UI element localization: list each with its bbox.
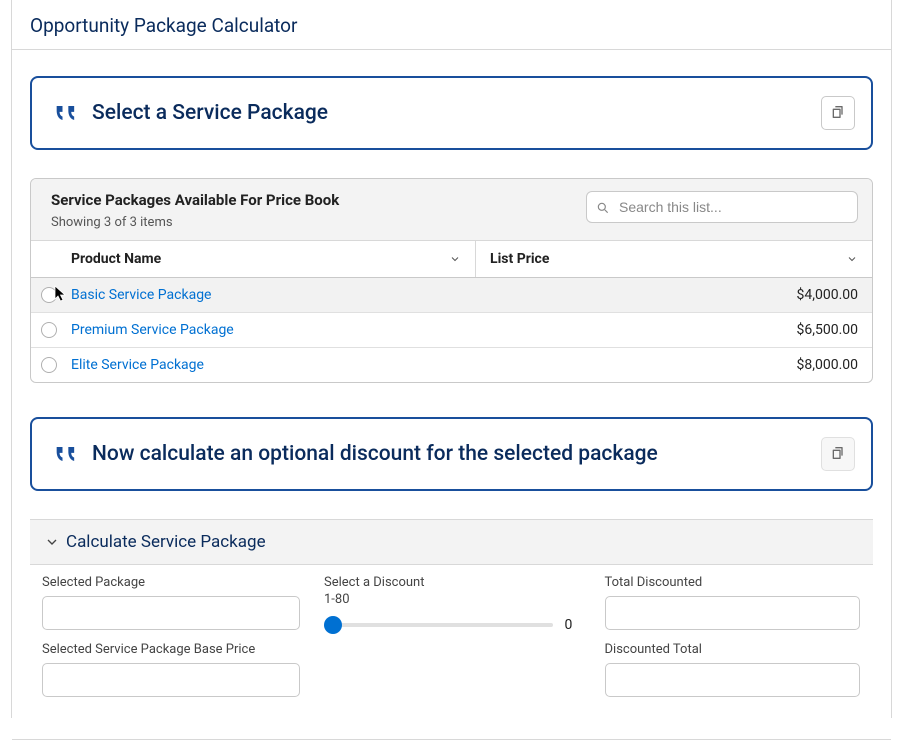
radio-button[interactable] (41, 287, 57, 303)
table-row[interactable]: Basic Service Package $4,000.00 (31, 278, 872, 313)
page-title: Opportunity Package Calculator (30, 0, 873, 49)
total-discounted-label: Total Discounted (605, 575, 862, 590)
discounted-total-label: Discounted Total (605, 642, 862, 657)
list-price-value: $4,000.00 (481, 287, 858, 303)
quote-icon (52, 440, 80, 468)
discount-value: 0 (565, 617, 581, 633)
chevron-down-icon (44, 534, 60, 550)
search-input[interactable] (586, 191, 858, 223)
form-col-left: Selected Package Selected Service Packag… (42, 575, 300, 709)
chevron-down-icon (846, 253, 858, 265)
discount-range-label: 1-80 (324, 592, 581, 607)
section-title: Calculate Service Package (66, 532, 266, 552)
list-price-value: $6,500.00 (481, 322, 858, 338)
chevron-down-icon (449, 253, 461, 265)
product-name-link[interactable]: Premium Service Package (71, 322, 481, 338)
selected-package-label: Selected Package (42, 575, 300, 590)
discount-slider-row: 0 (324, 617, 581, 633)
form-col-right: Total Discounted Discounted Total (605, 575, 862, 709)
table-row[interactable]: Elite Service Package $8,000.00 (31, 348, 872, 382)
service-packages-table: Service Packages Available For Price Boo… (30, 178, 873, 383)
base-price-label: Selected Service Package Base Price (42, 642, 300, 657)
table-header-bar: Service Packages Available For Price Boo… (31, 179, 872, 240)
divider (12, 49, 891, 50)
table-row[interactable]: Premium Service Package $6,500.00 (31, 313, 872, 348)
slider-thumb[interactable] (324, 616, 342, 634)
column-headers: Product Name List Price (31, 240, 872, 278)
discounted-total-input[interactable] (605, 663, 860, 697)
col-header-price-label: List Price (490, 251, 549, 267)
col-header-product-label: Product Name (71, 251, 161, 267)
col-header-price[interactable]: List Price (476, 241, 872, 277)
copy-button[interactable] (821, 437, 855, 471)
list-price-value: $8,000.00 (481, 357, 858, 373)
copy-icon (830, 445, 846, 464)
search-icon (596, 200, 610, 214)
copy-icon (830, 104, 846, 123)
base-price-input[interactable] (42, 663, 300, 697)
callout-text: Now calculate an optional discount for t… (92, 442, 821, 466)
section-header-calculate[interactable]: Calculate Service Package (30, 519, 873, 565)
callout-select-package: Select a Service Package (30, 76, 873, 150)
total-discounted-input[interactable] (605, 596, 860, 630)
table-subtitle: Showing 3 of 3 items (51, 215, 339, 230)
callout-calculate-discount: Now calculate an optional discount for t… (30, 417, 873, 491)
quote-icon (52, 99, 80, 127)
col-header-product[interactable]: Product Name (31, 241, 476, 277)
radio-button[interactable] (41, 357, 57, 373)
selected-package-input[interactable] (42, 596, 300, 630)
product-name-link[interactable]: Basic Service Package (71, 287, 481, 303)
form-row: Selected Package Selected Service Packag… (30, 575, 873, 709)
discount-label: Select a Discount (324, 575, 581, 590)
copy-button[interactable] (821, 96, 855, 130)
content-panel: Opportunity Package Calculator Select a … (11, 0, 892, 718)
product-name-link[interactable]: Elite Service Package (71, 357, 481, 373)
form-col-middle: Select a Discount 1-80 0 (324, 575, 581, 709)
callout-text: Select a Service Package (92, 101, 821, 125)
search-wrapper (586, 191, 858, 223)
table-title: Service Packages Available For Price Boo… (51, 191, 339, 209)
discount-slider[interactable] (324, 623, 553, 627)
radio-button[interactable] (41, 322, 57, 338)
table-header-left: Service Packages Available For Price Boo… (51, 191, 339, 230)
